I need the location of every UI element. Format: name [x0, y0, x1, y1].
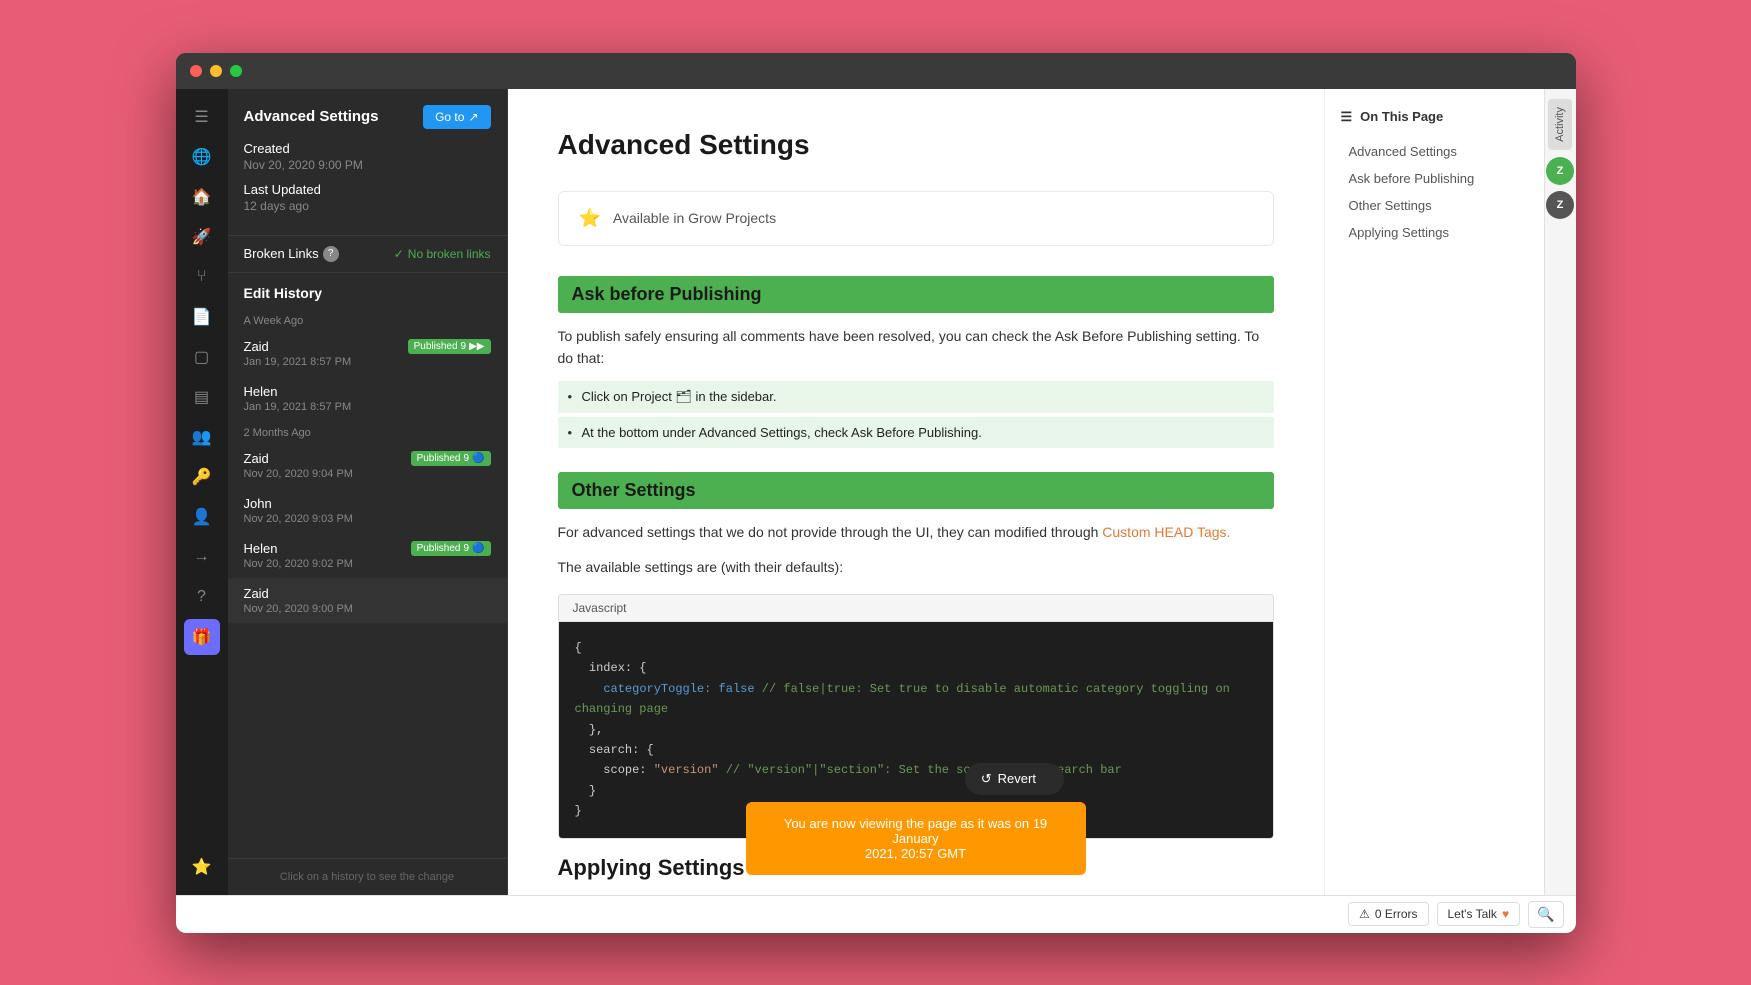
titlebar: [176, 53, 1576, 89]
history-item-zaid-1[interactable]: Zaid Jan 19, 2021 8:57 PM Published 9 ▶▶: [228, 331, 507, 376]
search-button[interactable]: 🔍: [1528, 901, 1563, 928]
published-badge-2: Published 9 🔵: [411, 451, 491, 466]
app-window: ☰ 🌐 🏠 🚀 ⑂ 📄 ▢ ▤ 👥 🔑 👤 → ? 🎁 ⭐ Advanced S…: [176, 53, 1576, 933]
window-body: ☰ 🌐 🏠 🚀 ⑂ 📄 ▢ ▤ 👥 🔑 👤 → ? 🎁 ⭐ Advanced S…: [176, 89, 1576, 895]
section-ask-before-publishing-heading: Ask before Publishing: [558, 276, 1274, 313]
icon-bar: ☰ 🌐 🏠 🚀 ⑂ 📄 ▢ ▤ 👥 🔑 👤 → ? 🎁 ⭐: [176, 89, 228, 895]
ask-before-publishing-content: To publish safely ensuring all comments …: [558, 325, 1274, 370]
errors-button[interactable]: ⚠ 0 Errors: [1348, 902, 1428, 926]
edit-history-header: Edit History: [228, 273, 507, 309]
main-content: Advanced Settings ⭐ Available in Grow Pr…: [508, 89, 1324, 895]
menu-icon[interactable]: ☰: [184, 99, 220, 135]
avatar-green: Z: [1546, 157, 1574, 185]
close-dot[interactable]: [190, 65, 202, 77]
code-tab-javascript[interactable]: Javascript: [559, 595, 1273, 622]
activity-tab[interactable]: Activity: [1548, 99, 1572, 150]
bullet-item-1: Click on Project 🗂 in the sidebar.: [558, 381, 1274, 413]
on-this-page-header: ☰ On This Page: [1341, 109, 1528, 125]
broken-links-info-icon[interactable]: ?: [323, 246, 339, 262]
history-group-2months-ago: 2 Months Ago: [228, 421, 507, 443]
history-item-zaid-3[interactable]: Zaid Nov 20, 2020 9:00 PM: [228, 578, 507, 623]
bullet-item-2: At the bottom under Advanced Settings, c…: [558, 417, 1274, 448]
history-item-zaid-2[interactable]: Zaid Nov 20, 2020 9:04 PM Published 9 🔵: [228, 443, 507, 488]
sidebar-title: Advanced Settings: [244, 108, 379, 125]
last-updated-meta: Last Updated 12 days ago: [244, 182, 491, 213]
layers-icon[interactable]: ▤: [184, 379, 220, 415]
sidebar: Advanced Settings Go to ↗ Created Nov 20…: [228, 89, 508, 895]
sidebar-footer-hint: Click on a history to see the change: [228, 858, 507, 895]
published-badge-3: Published 9 🔵: [411, 541, 491, 556]
page-title: Advanced Settings: [558, 129, 1274, 161]
lets-talk-button[interactable]: Let's Talk ♥: [1437, 902, 1521, 926]
section-other-settings-heading: Other Settings: [558, 472, 1274, 509]
doc-icon[interactable]: 📄: [184, 299, 220, 335]
on-page-item-applying-settings[interactable]: Applying Settings: [1341, 220, 1528, 245]
box-icon[interactable]: ▢: [184, 339, 220, 375]
gift-icon[interactable]: 🎁: [184, 619, 220, 655]
broken-links-label: Broken Links ?: [244, 246, 339, 262]
settings-defaults-text: The available settings are (with their d…: [558, 556, 1274, 578]
branch-icon[interactable]: ⑂: [184, 259, 220, 295]
on-page-item-advanced-settings[interactable]: Advanced Settings: [1341, 139, 1528, 164]
home-icon[interactable]: 🏠: [184, 179, 220, 215]
activity-panel: Activity Z Z: [1544, 89, 1576, 895]
history-item-helen-2[interactable]: Helen Nov 20, 2020 9:02 PM Published 9 🔵: [228, 533, 507, 578]
bottom-bar: ⚠ 0 Errors Let's Talk ♥ 🔍: [176, 895, 1576, 933]
question-icon[interactable]: ?: [184, 579, 220, 615]
right-sidebar: ☰ On This Page Advanced Settings Ask bef…: [1324, 89, 1544, 895]
created-meta: Created Nov 20, 2020 9:00 PM: [244, 141, 491, 172]
history-group-week-ago: A Week Ago: [228, 309, 507, 331]
person-icon[interactable]: 👤: [184, 499, 220, 535]
users-icon[interactable]: 👥: [184, 419, 220, 455]
on-page-item-other-settings[interactable]: Other Settings: [1341, 193, 1528, 218]
star-icon: ⭐: [579, 208, 601, 229]
list-icon: ☰: [1341, 109, 1353, 125]
maximize-dot[interactable]: [230, 65, 242, 77]
info-box: ⭐ Available in Grow Projects: [558, 191, 1274, 246]
no-broken-links-status: ✓ No broken links: [394, 247, 491, 261]
other-settings-content: For advanced settings that we do not pro…: [558, 521, 1274, 543]
globe-icon[interactable]: 🌐: [184, 139, 220, 175]
broken-links-row: Broken Links ? ✓ No broken links: [228, 236, 507, 273]
on-page-item-ask-before-publishing[interactable]: Ask before Publishing: [1341, 166, 1528, 191]
minimize-dot[interactable]: [210, 65, 222, 77]
go-to-button[interactable]: Go to ↗: [423, 105, 490, 129]
custom-head-tags-link[interactable]: Custom HEAD Tags.: [1102, 524, 1230, 540]
sidebar-header: Advanced Settings Go to ↗: [228, 89, 507, 141]
revert-button[interactable]: ↺ Revert: [965, 763, 1064, 795]
rocket-icon[interactable]: 🚀: [184, 219, 220, 255]
toast-notification: You are now viewing the page as it was o…: [746, 802, 1086, 875]
star-icon[interactable]: ⭐: [184, 849, 220, 885]
meta-section: Created Nov 20, 2020 9:00 PM Last Update…: [228, 141, 507, 236]
avatar-dark: Z: [1546, 191, 1574, 219]
warning-icon: ⚠: [1359, 907, 1370, 921]
history-item-john[interactable]: John Nov 20, 2020 9:03 PM: [228, 488, 507, 533]
revert-icon: ↺: [981, 771, 992, 787]
history-item-helen-1[interactable]: Helen Jan 19, 2021 8:57 PM: [228, 376, 507, 421]
published-badge-1: Published 9 ▶▶: [408, 339, 491, 354]
heart-icon: ♥: [1502, 907, 1509, 921]
arrow-right-icon[interactable]: →: [184, 539, 220, 575]
key-icon[interactable]: 🔑: [184, 459, 220, 495]
